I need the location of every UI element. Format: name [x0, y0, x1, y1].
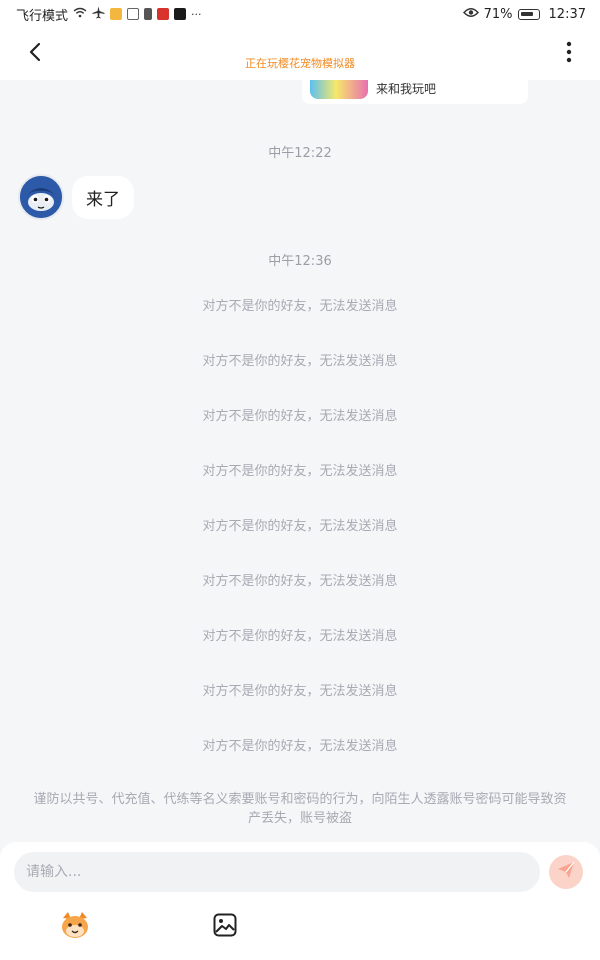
send-icon	[557, 861, 575, 883]
battery-saver-icon	[144, 8, 153, 20]
timestamp: 中午12:22	[268, 146, 332, 161]
message-list[interactable]: 来和我玩吧 中午12:22 来了 中午12:36 对方不是你的好友，无法发送消息	[0, 72, 600, 840]
eye-icon	[462, 7, 479, 22]
wifi-icon	[73, 7, 87, 22]
battery-icon	[517, 8, 540, 20]
chat-screen: 飞行模式 ··· 71% 12:37 正在玩樱花宠物模拟器 来和我玩吧 中午12…	[0, 0, 600, 960]
system-notice: 对方不是你的好友，无法发送消息	[202, 519, 398, 534]
message-input[interactable]	[14, 852, 540, 892]
image-button[interactable]	[208, 910, 242, 944]
airplane-mode-label: 飞行模式	[16, 8, 69, 24]
more-notifications-icon: ···	[191, 7, 202, 21]
avatar[interactable]	[18, 174, 64, 220]
system-notice: 对方不是你的好友，无法发送消息	[202, 629, 398, 644]
system-notice: 对方不是你的好友，无法发送消息	[202, 354, 398, 369]
message-row: 来了	[18, 174, 134, 220]
system-notice: 对方不是你的好友，无法发送消息	[202, 574, 398, 589]
emoji-icon	[59, 910, 91, 944]
tiktok-icon	[174, 8, 187, 20]
system-notice: 对方不是你的好友，无法发送消息	[202, 299, 398, 314]
status-time: 12:37	[548, 6, 586, 22]
system-notice: 对方不是你的好友，无法发送消息	[202, 409, 398, 424]
image-icon	[213, 913, 237, 941]
game-thumbnail	[310, 77, 368, 99]
system-notice: 对方不是你的好友，无法发送消息	[202, 684, 398, 699]
airplane-icon	[92, 6, 105, 23]
input-bar	[0, 842, 600, 960]
status-bar: 飞行模式 ··· 71% 12:37	[0, 0, 600, 28]
avatar-image	[20, 176, 62, 218]
message-bubble[interactable]: 来了	[72, 175, 134, 219]
app-notification-icon	[110, 8, 123, 20]
game-invite-text: 来和我玩吧	[376, 81, 437, 96]
app-notification-icon	[127, 8, 140, 20]
playing-status: 正在玩樱花宠物模拟器	[245, 57, 355, 70]
timestamp: 中午12:36	[268, 254, 332, 269]
system-notice: 对方不是你的好友，无法发送消息	[202, 464, 398, 479]
security-warning: 谨防以共号、代充值、代练等名义索要账号和密码的行为，向陌生人透露账号密码可能导致…	[33, 792, 567, 826]
battery-percentage: 71%	[483, 6, 513, 22]
app-notification-icon	[157, 8, 170, 20]
send-button[interactable]	[549, 855, 583, 889]
system-notice: 对方不是你的好友，无法发送消息	[202, 739, 398, 754]
chat-header: 正在玩樱花宠物模拟器	[0, 28, 600, 80]
emoji-button[interactable]	[58, 910, 92, 944]
